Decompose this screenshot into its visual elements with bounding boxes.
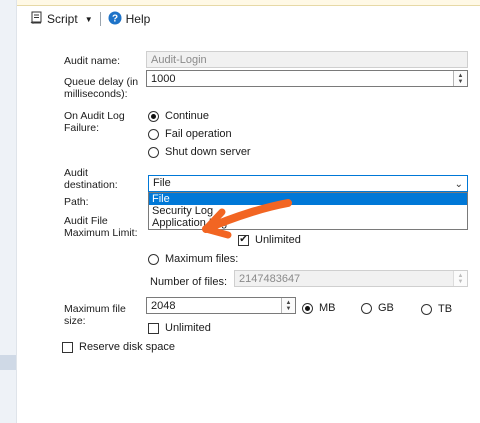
queue-delay-spinner[interactable]: ▲ ▼ <box>453 71 467 86</box>
script-button[interactable]: Script ▼ <box>30 11 93 27</box>
audit-destination-combobox[interactable]: File ⌄ <box>148 175 468 192</box>
number-of-files-value: 2147483647 <box>239 273 301 285</box>
max-file-size-unlimited[interactable]: Unlimited <box>148 322 211 334</box>
radio-maximum-files[interactable]: Maximum files: <box>148 253 238 265</box>
radio-unit-tb-indicator[interactable] <box>421 303 432 315</box>
annotation-arrow-icon <box>202 199 292 239</box>
max-file-size-spinner[interactable]: ▲ ▼ <box>281 298 295 313</box>
radio-unit-tb[interactable]: TB <box>421 303 452 315</box>
queue-delay-label: Queue delay (in milliseconds): <box>64 76 139 100</box>
number-of-files-field[interactable]: 2147483647 ▲ ▼ <box>234 270 468 287</box>
queue-delay-field[interactable]: 1000 ▲ ▼ <box>146 70 468 87</box>
radio-maximum-files-label: Maximum files: <box>165 253 239 265</box>
radio-continue[interactable]: Continue <box>148 110 209 122</box>
queue-delay-value: 1000 <box>151 73 176 85</box>
script-label: Script <box>47 12 78 26</box>
radio-continue-label: Continue <box>165 110 210 122</box>
toolbar-separator <box>99 12 101 26</box>
reserve-disk-space-checkbox[interactable] <box>62 341 73 353</box>
audit-destination-value: File <box>153 177 171 189</box>
max-file-size-value: 2048 <box>151 300 176 312</box>
help-icon: ? <box>108 11 122 28</box>
max-file-size-unlimited-label: Unlimited <box>165 322 211 334</box>
radio-unit-mb-label: MB <box>319 302 336 314</box>
script-icon <box>30 11 43 27</box>
number-of-files-label: Number of files: <box>150 276 228 288</box>
radio-fail-operation[interactable]: Fail operation <box>148 128 232 140</box>
on-failure-label: On Audit Log Failure: <box>64 110 125 134</box>
radio-fail-operation-indicator[interactable] <box>148 128 159 140</box>
radio-unit-gb-label: GB <box>378 302 394 314</box>
max-file-size-field[interactable]: 2048 ▲ ▼ <box>146 297 296 314</box>
max-file-size-unlimited-checkbox[interactable] <box>148 322 159 334</box>
radio-maximum-files-indicator[interactable] <box>148 253 159 265</box>
reserve-disk-space[interactable]: Reserve disk space <box>62 341 175 353</box>
svg-text:?: ? <box>112 13 118 24</box>
help-label: Help <box>125 12 151 26</box>
audit-name-label: Audit name: <box>64 55 121 67</box>
chevron-down-icon[interactable]: ▼ <box>85 15 93 24</box>
audit-name-field[interactable]: Audit-Login <box>146 51 468 68</box>
radio-unit-gb-indicator[interactable] <box>361 302 372 314</box>
audit-destination-label: Audit destination: <box>64 167 118 191</box>
help-button[interactable]: ? Help <box>108 11 151 28</box>
path-label: Path: <box>64 196 89 208</box>
left-panel-selected-item[interactable] <box>0 355 16 370</box>
radio-unit-mb[interactable]: MB <box>302 302 336 314</box>
number-of-files-spinner[interactable]: ▲ ▼ <box>453 271 467 286</box>
radio-shut-down-server-indicator[interactable] <box>148 146 159 158</box>
radio-unit-gb[interactable]: GB <box>361 302 394 314</box>
toolbar: Script ▼ ? Help <box>16 6 480 32</box>
max-file-size-label: Maximum file size: <box>64 303 126 327</box>
radio-shut-down-server[interactable]: Shut down server <box>148 146 251 158</box>
radio-fail-operation-label: Fail operation <box>165 128 232 140</box>
chevron-down-icon[interactable]: ⌄ <box>455 177 463 192</box>
radio-unit-tb-label: TB <box>438 303 453 315</box>
radio-continue-indicator[interactable] <box>148 110 159 122</box>
reserve-disk-space-label: Reserve disk space <box>79 341 175 353</box>
radio-unit-mb-indicator[interactable] <box>302 302 313 314</box>
radio-shut-down-server-label: Shut down server <box>165 146 251 158</box>
max-limit-label: Audit File Maximum Limit: <box>64 215 138 239</box>
